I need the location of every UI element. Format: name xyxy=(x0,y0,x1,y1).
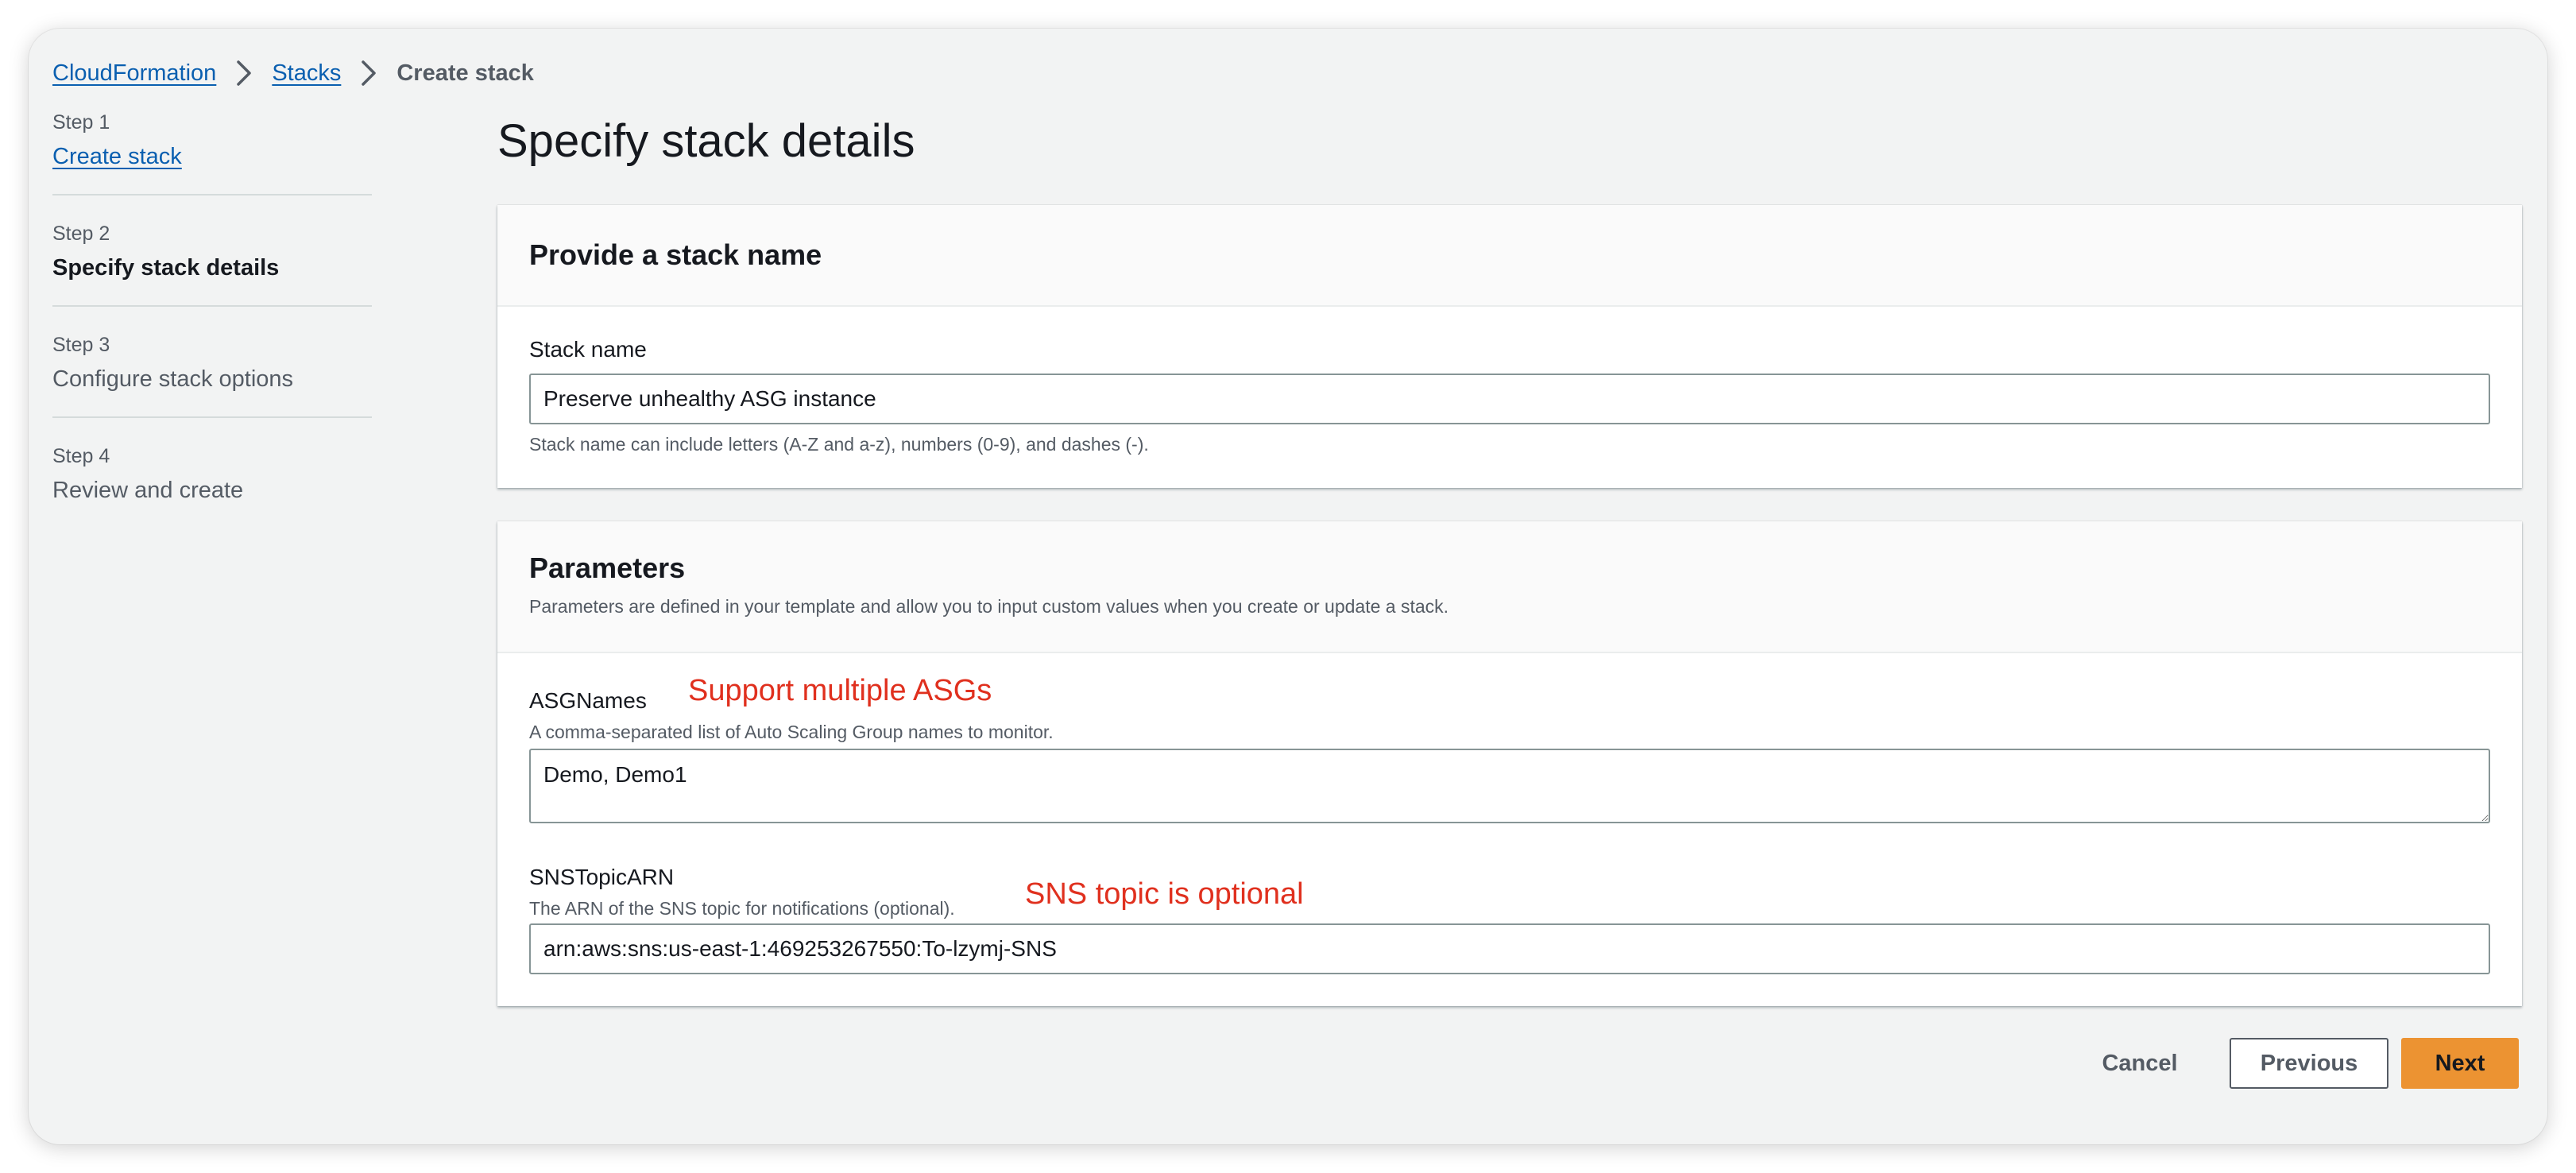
next-button[interactable]: Next xyxy=(2401,1038,2519,1089)
chevron-right-icon xyxy=(226,57,262,89)
app-window: CloudFormation Stacks Create stack Step … xyxy=(29,29,2547,1144)
previous-button[interactable]: Previous xyxy=(2230,1038,2388,1089)
breadcrumb-current: Create stack xyxy=(396,60,534,86)
card-title: Parameters xyxy=(529,552,686,584)
parameters-card: Parameters Parameters are defined in you… xyxy=(497,521,2522,1006)
step-3: Step 3 Configure stack options xyxy=(52,334,372,418)
step-4: Step 4 Review and create xyxy=(52,445,372,528)
step-number: Step 1 xyxy=(52,111,110,134)
step-1: Step 1 Create stack xyxy=(52,111,372,196)
card-body: Support multiple ASGs ASGNames A comma-s… xyxy=(497,653,2522,1006)
breadcrumb: CloudFormation Stacks Create stack xyxy=(52,51,534,95)
asg-names-textarea[interactable]: Demo, Demo1 xyxy=(529,749,2490,823)
stack-name-card: Provide a stack name Stack name Stack na… xyxy=(497,205,2522,488)
step-number: Step 2 xyxy=(52,223,110,245)
step-2-label-current: Specify stack details xyxy=(52,255,280,281)
step-number: Step 3 xyxy=(52,334,110,356)
step-4-label: Review and create xyxy=(52,478,244,503)
card-title: Provide a stack name xyxy=(529,238,822,271)
card-body: Stack name Stack name can include letter… xyxy=(497,307,2522,455)
asg-names-label: ASGNames xyxy=(529,688,647,713)
card-header: Provide a stack name xyxy=(497,205,2522,307)
wizard-steps: Step 1 Create stack Step 2 Specify stack… xyxy=(52,111,372,555)
chevron-right-icon xyxy=(350,57,387,89)
sns-topic-arn-input[interactable] xyxy=(529,923,2490,974)
card-header: Parameters Parameters are defined in you… xyxy=(497,521,2522,653)
step-2: Step 2 Specify stack details xyxy=(52,223,372,307)
breadcrumb-stacks[interactable]: Stacks xyxy=(272,60,341,87)
wizard-footer: Cancel Previous Next xyxy=(2072,1038,2519,1089)
sns-annotation: SNS topic is optional xyxy=(1025,877,1304,911)
stack-name-label: Stack name xyxy=(529,337,647,362)
sns-topic-arn-label: SNSTopicARN xyxy=(529,865,675,889)
asg-annotation: Support multiple ASGs xyxy=(688,674,992,707)
parameters-description: Parameters are defined in your template … xyxy=(529,596,1449,617)
stack-name-hint: Stack name can include letters (A-Z and … xyxy=(529,434,1149,455)
sns-topic-arn-description: The ARN of the SNS topic for notificatio… xyxy=(529,898,955,919)
cancel-button[interactable]: Cancel xyxy=(2072,1038,2207,1089)
stack-name-input[interactable] xyxy=(529,374,2490,424)
step-1-link[interactable]: Create stack xyxy=(52,144,372,170)
page-title: Specify stack details xyxy=(497,115,915,167)
step-3-label: Configure stack options xyxy=(52,366,294,392)
step-number: Step 4 xyxy=(52,445,110,467)
asg-names-description: A comma-separated list of Auto Scaling G… xyxy=(529,722,1054,742)
breadcrumb-cloudformation[interactable]: CloudFormation xyxy=(52,60,216,87)
